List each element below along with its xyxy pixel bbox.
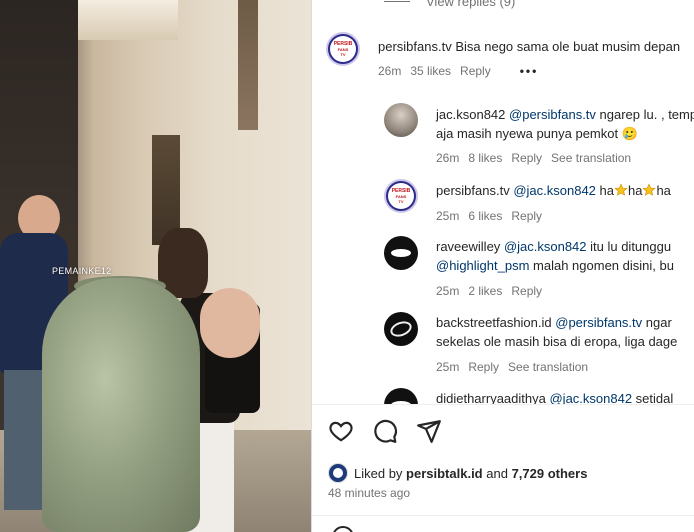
avatar[interactable] bbox=[384, 103, 418, 137]
liked-by-row[interactable]: Liked by persibtalk.id and 7,729 others bbox=[328, 463, 587, 483]
comment-username[interactable]: jac.kson842 bbox=[436, 107, 505, 122]
reply-button[interactable]: Reply bbox=[468, 360, 499, 374]
avatar[interactable] bbox=[328, 463, 348, 483]
comments-panel: View replies (9) PERSIB FANS TV persibfa… bbox=[311, 0, 694, 532]
more-options-icon[interactable]: ••• bbox=[520, 64, 539, 78]
reply-button[interactable]: Reply bbox=[511, 151, 542, 165]
see-translation-link[interactable]: See translation bbox=[508, 360, 588, 374]
comment-text: persibfans.tv @jac.kson842 ha ha ha bbox=[436, 183, 671, 198]
view-replies-link[interactable]: View replies (9) bbox=[384, 0, 515, 9]
post-timestamp: 48 minutes ago bbox=[328, 486, 411, 500]
comment-time: 25m bbox=[436, 360, 460, 374]
comment-meta: 25m 2 likes Reply bbox=[436, 284, 551, 298]
star-emoji-icon bbox=[642, 183, 656, 196]
comment-username[interactable]: persibfans.tv bbox=[436, 183, 510, 198]
comment-likes[interactable]: 35 likes bbox=[410, 64, 451, 78]
comment-text: persibfans.tv Bisa nego sama ole buat mu… bbox=[378, 39, 681, 54]
comment-icon[interactable] bbox=[372, 418, 398, 444]
reply-button[interactable]: Reply bbox=[511, 209, 542, 223]
comment-time: 25m bbox=[436, 209, 460, 223]
liked-by-count[interactable]: 7,729 others bbox=[512, 466, 588, 481]
image-watermark: PEMAINKE12 bbox=[52, 266, 112, 276]
paper-plane-icon[interactable] bbox=[416, 418, 442, 444]
comment-likes[interactable]: 8 likes bbox=[468, 151, 502, 165]
comment-text: jac.kson842 @persibfans.tv ngarep lu. , … bbox=[436, 107, 694, 141]
mention-link[interactable]: @jac.kson842 bbox=[513, 183, 596, 198]
avatar[interactable] bbox=[384, 236, 418, 270]
avatar[interactable] bbox=[384, 312, 418, 346]
comment-time: 26m bbox=[378, 64, 402, 78]
comment-likes[interactable]: 2 likes bbox=[468, 284, 502, 298]
reply-button[interactable]: Reply bbox=[511, 284, 542, 298]
vase bbox=[42, 278, 200, 532]
comment-meta: 25m Reply See translation bbox=[436, 360, 597, 374]
footer-divider bbox=[312, 404, 694, 405]
ceiling-light bbox=[78, 0, 178, 40]
mention-link[interactable]: @persibfans.tv bbox=[555, 315, 642, 330]
reply-button[interactable]: Reply bbox=[460, 64, 491, 78]
avatar[interactable]: PERSIB FANS TV bbox=[326, 32, 360, 66]
mention-link[interactable]: @persibfans.tv bbox=[509, 107, 596, 122]
comment-text: backstreetfashion.id @persibfans.tv ngar… bbox=[436, 315, 678, 349]
mention-link[interactable]: @highlight_psm bbox=[436, 258, 529, 273]
mention-link[interactable]: @jac.kson842 bbox=[504, 239, 587, 254]
background-pillar bbox=[238, 0, 258, 130]
liked-by-user[interactable]: persibtalk.id bbox=[406, 466, 483, 481]
post-image[interactable]: PEMAINKE12 bbox=[0, 0, 311, 532]
avatar[interactable]: PERSIB FANS TV bbox=[384, 179, 418, 213]
comment-meta: 26m 35 likes Reply ••• bbox=[378, 64, 547, 78]
comment-meta: 26m 8 likes Reply See translation bbox=[436, 151, 640, 165]
action-bar bbox=[328, 418, 442, 444]
comment-meta: 25m 6 likes Reply bbox=[436, 209, 551, 223]
heart-icon[interactable] bbox=[328, 418, 354, 444]
comment-username[interactable]: persibfans.tv bbox=[378, 39, 452, 54]
see-translation-link[interactable]: See translation bbox=[551, 151, 631, 165]
comment-input-divider bbox=[312, 515, 694, 516]
comment-text: raveewilley @jac.kson842 itu lu ditunggu… bbox=[436, 239, 674, 273]
comment-time: 25m bbox=[436, 284, 460, 298]
comment-likes[interactable]: 6 likes bbox=[468, 209, 502, 223]
comment-username[interactable]: raveewilley bbox=[436, 239, 500, 254]
comment-username[interactable]: backstreetfashion.id bbox=[436, 315, 552, 330]
star-emoji-icon bbox=[614, 183, 628, 196]
comment-time: 26m bbox=[436, 151, 460, 165]
